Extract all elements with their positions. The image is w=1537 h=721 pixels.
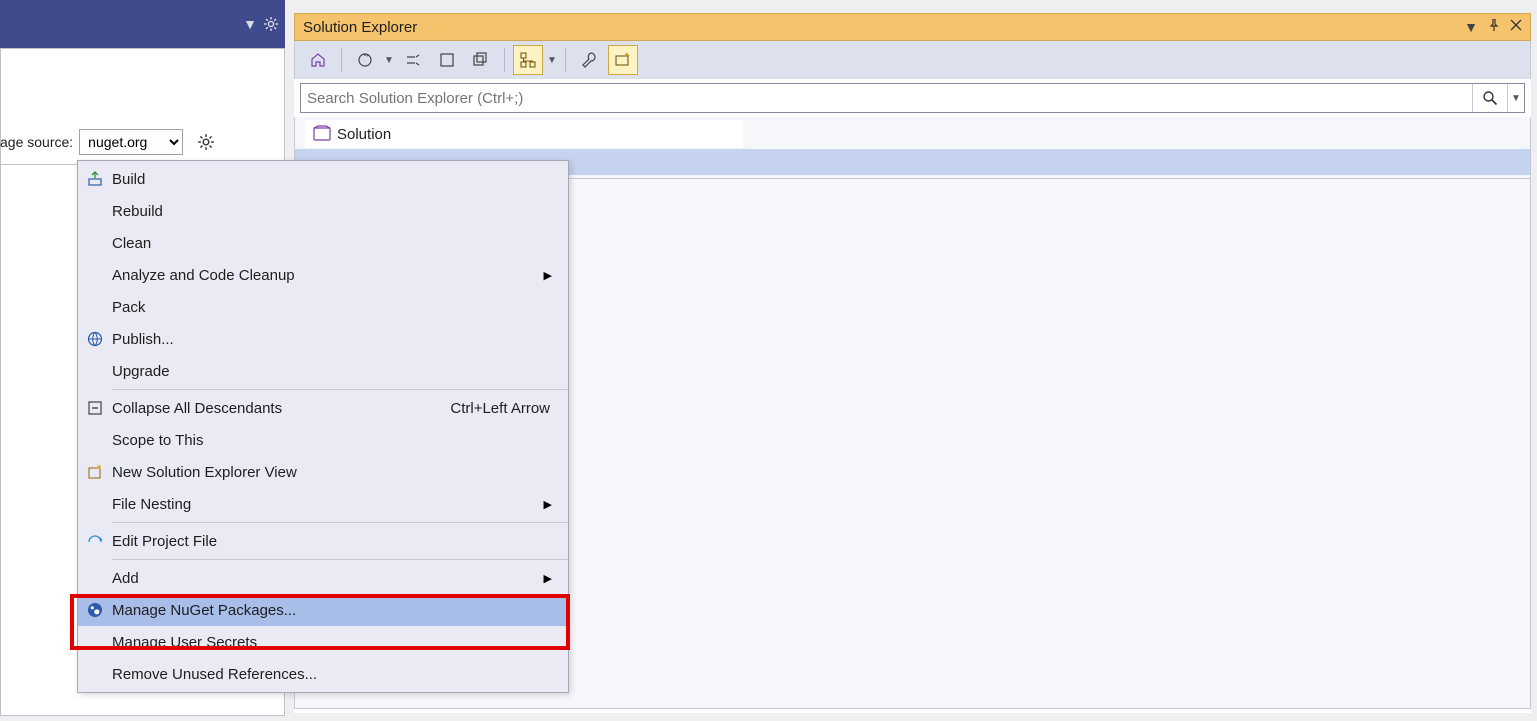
menu-item-secrets[interactable]: Manage User Secrets	[78, 626, 568, 658]
newview-icon	[78, 464, 112, 480]
menu-item-analyze[interactable]: Analyze and Code Cleanup▶	[78, 259, 568, 291]
menu-item-publish[interactable]: Publish...	[78, 323, 568, 355]
menu-item-editproj[interactable]: Edit Project File	[78, 525, 568, 557]
solution-explorer-toolbar: ▼ ▼	[294, 41, 1531, 79]
window-options-dropdown-icon[interactable]: ▼	[243, 16, 257, 32]
menu-divider	[112, 389, 568, 390]
menu-item-label: Scope to This	[112, 432, 556, 449]
menu-item-label: Clean	[112, 235, 556, 252]
submenu-arrow-icon: ▶	[544, 572, 552, 585]
home-icon[interactable]	[303, 45, 333, 75]
menu-item-label: Manage User Secrets	[112, 634, 556, 651]
package-source-select[interactable]: nuget.org	[79, 129, 183, 155]
panel-title-bar: Solution Explorer ▼	[294, 13, 1531, 41]
globe-icon	[78, 331, 112, 347]
document-well-header: ▼	[0, 0, 285, 48]
pending-changes-filter-icon[interactable]	[398, 45, 428, 75]
class-view-dropdown[interactable]: ▼	[547, 55, 557, 66]
menu-item-label: Rebuild	[112, 203, 556, 220]
panel-title: Solution Explorer	[303, 19, 417, 36]
switch-views-icon[interactable]	[350, 45, 380, 75]
package-source-row: age source: nuget.org	[0, 129, 285, 155]
menu-item-label: Publish...	[112, 331, 556, 348]
project-context-menu: Build Rebuild Clean Analyze and Code Cleanu…	[77, 160, 569, 693]
menu-item-label: Build	[112, 171, 556, 188]
menu-item-label: Add	[112, 570, 544, 587]
menu-item-label: Pack	[112, 299, 556, 316]
menu-item-newview[interactable]: New Solution Explorer View	[78, 456, 568, 488]
submenu-arrow-icon: ▶	[544, 269, 552, 282]
menu-divider	[112, 559, 568, 560]
collapse-icon	[78, 400, 112, 416]
submenu-arrow-icon: ▶	[544, 498, 552, 511]
menu-item-label: Manage NuGet Packages...	[112, 602, 556, 619]
menu-item-add[interactable]: Add▶	[78, 562, 568, 594]
package-source-label: age source:	[0, 134, 73, 150]
class-view-icon[interactable]	[513, 45, 543, 75]
menu-item-label: File Nesting	[112, 496, 544, 513]
menu-item-build[interactable]: Build	[78, 163, 568, 195]
solution-icon	[313, 125, 331, 143]
gear-icon[interactable]	[263, 16, 279, 32]
menu-item-rebuild[interactable]: Rebuild	[78, 195, 568, 227]
preview-selected-icon[interactable]	[608, 45, 638, 75]
menu-item-clean[interactable]: Clean	[78, 227, 568, 259]
menu-item-label: Remove Unused References...	[112, 666, 556, 683]
close-icon[interactable]	[1510, 19, 1522, 35]
editproj-icon	[78, 533, 112, 549]
window-buttons: ▼	[1464, 19, 1522, 35]
window-position-dropdown-icon[interactable]: ▼	[1464, 19, 1478, 35]
search-icon[interactable]	[1472, 84, 1507, 112]
solution-explorer-search: ▼	[300, 83, 1525, 113]
search-options-dropdown[interactable]: ▼	[1507, 84, 1524, 112]
menu-item-upgrade[interactable]: Upgrade	[78, 355, 568, 387]
menu-item-label: Upgrade	[112, 363, 556, 380]
pin-icon[interactable]	[1488, 19, 1500, 35]
menu-item-collapse[interactable]: Collapse All DescendantsCtrl+Left Arrow	[78, 392, 568, 424]
menu-item-label: Analyze and Code Cleanup	[112, 267, 544, 284]
menu-item-shortcut: Ctrl+Left Arrow	[450, 400, 550, 417]
menu-item-label: Edit Project File	[112, 533, 556, 550]
menu-divider	[112, 522, 568, 523]
nuget-icon	[78, 602, 112, 618]
build-icon	[78, 171, 112, 187]
menu-item-pack[interactable]: Pack	[78, 291, 568, 323]
menu-item-label: Collapse All Descendants	[112, 400, 450, 417]
menu-item-removeun[interactable]: Remove Unused References...	[78, 658, 568, 690]
menu-item-scope[interactable]: Scope to This	[78, 424, 568, 456]
menu-item-filenesting[interactable]: File Nesting▶	[78, 488, 568, 520]
properties-icon[interactable]	[574, 45, 604, 75]
gear-icon[interactable]	[197, 133, 215, 151]
show-all-files-icon[interactable]	[466, 45, 496, 75]
solution-label: Solution	[337, 126, 391, 143]
menu-item-label: New Solution Explorer View	[112, 464, 556, 481]
search-input[interactable]	[301, 90, 1472, 107]
switch-views-dropdown[interactable]: ▼	[384, 55, 394, 66]
solution-node[interactable]: Solution	[305, 120, 743, 148]
sync-active-doc-icon[interactable]	[432, 45, 462, 75]
menu-item-nuget[interactable]: Manage NuGet Packages...	[78, 594, 568, 626]
